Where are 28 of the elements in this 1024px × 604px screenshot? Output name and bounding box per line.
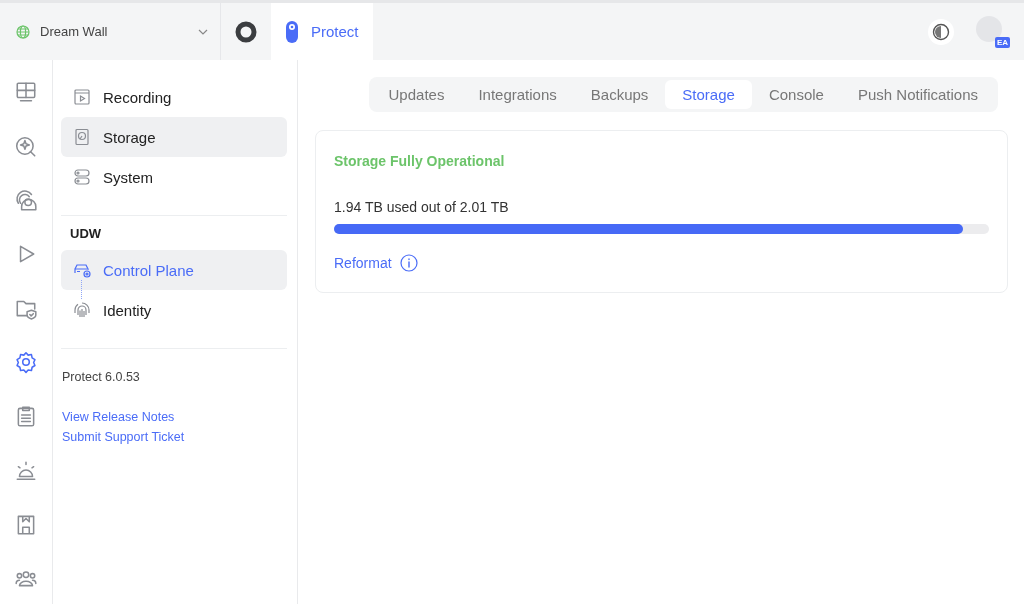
settings-tab[interactable]: Integrations	[461, 80, 574, 109]
initials-badge: EA	[994, 36, 1010, 48]
settings-tab[interactable]: Storage	[665, 80, 752, 109]
settings-tab[interactable]: Backups	[573, 80, 666, 109]
settings-nav-item[interactable]: Recording	[61, 77, 287, 117]
connector-line	[81, 280, 82, 299]
settings-tab[interactable]: Push Notifications	[840, 80, 995, 109]
settings-tab[interactable]: Console	[751, 80, 841, 109]
version-label: Protect 6.0.53	[61, 369, 141, 384]
chevron-down-icon	[198, 28, 208, 35]
support-link[interactable]: View Release Notes	[62, 410, 175, 424]
settings-nav-item[interactable]: System	[61, 157, 287, 197]
section-title: UDW	[69, 225, 103, 243]
settings-nav-item[interactable]: Identity	[61, 290, 287, 330]
ring-icon	[235, 20, 257, 43]
info-icon	[399, 254, 418, 272]
support-link[interactable]: Submit Support Ticket	[62, 430, 185, 444]
reformat-link[interactable]: Reformat	[334, 254, 418, 272]
site-selector[interactable]: Dream Wall	[0, 3, 220, 60]
storage-status: Storage Fully Operational	[334, 153, 506, 169]
camera-icon	[285, 19, 299, 44]
settings-tab[interactable]: Updates	[371, 80, 462, 109]
settings-nav-item[interactable]: Storage	[61, 117, 287, 157]
theme-toggle[interactable]	[928, 18, 954, 45]
app-tab[interactable]: Protect	[271, 3, 373, 60]
storage-usage: 1.94 TB used out of 2.01 TB	[334, 199, 510, 215]
globe-icon	[16, 24, 30, 39]
settings-nav-item[interactable]: Control Plane	[61, 250, 287, 290]
